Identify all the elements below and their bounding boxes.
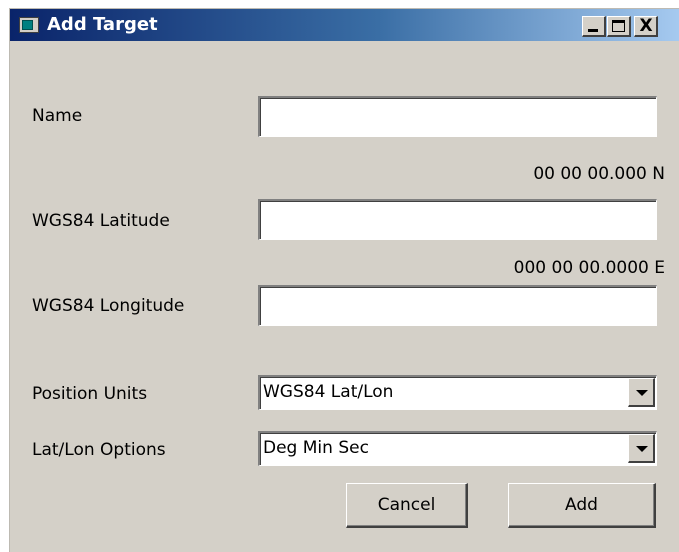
position-units-dropdown-button[interactable] bbox=[628, 378, 655, 407]
latlon-options-select[interactable]: Deg Min Sec bbox=[258, 431, 657, 466]
longitude-input[interactable] bbox=[258, 285, 657, 326]
add-target-dialog: Add Target X Name 00 00 00.000 N WGS84 L… bbox=[9, 8, 679, 552]
latlon-options-value: Deg Min Sec bbox=[263, 438, 369, 458]
latlon-options-dropdown-button[interactable] bbox=[628, 434, 655, 463]
cancel-button[interactable]: Cancel bbox=[346, 483, 468, 528]
minimize-button[interactable] bbox=[582, 16, 606, 37]
close-button[interactable]: X bbox=[634, 16, 658, 37]
latlon-options-label: Lat/Lon Options bbox=[32, 440, 166, 460]
name-input[interactable] bbox=[258, 96, 657, 137]
add-button[interactable]: Add bbox=[508, 483, 656, 528]
chevron-down-icon bbox=[636, 390, 648, 396]
title-bar[interactable]: Add Target X bbox=[10, 9, 679, 41]
longitude-format-hint: 000 00 00.0000 E bbox=[513, 258, 665, 278]
maximize-button[interactable] bbox=[607, 16, 631, 37]
latitude-input[interactable] bbox=[258, 199, 657, 240]
minimize-icon bbox=[588, 29, 598, 32]
app-icon bbox=[19, 17, 39, 33]
name-label: Name bbox=[32, 106, 83, 126]
latitude-label: WGS84 Latitude bbox=[32, 211, 170, 231]
position-units-value: WGS84 Lat/Lon bbox=[263, 382, 394, 402]
app-icon-inner bbox=[22, 20, 33, 30]
chevron-down-icon bbox=[636, 446, 648, 452]
longitude-label: WGS84 Longitude bbox=[32, 296, 185, 316]
position-units-label: Position Units bbox=[32, 384, 148, 404]
maximize-icon bbox=[612, 20, 625, 32]
latitude-format-hint: 00 00 00.000 N bbox=[533, 164, 665, 184]
close-icon: X bbox=[639, 16, 653, 36]
window-title: Add Target bbox=[47, 14, 158, 35]
position-units-select[interactable]: WGS84 Lat/Lon bbox=[258, 375, 657, 410]
